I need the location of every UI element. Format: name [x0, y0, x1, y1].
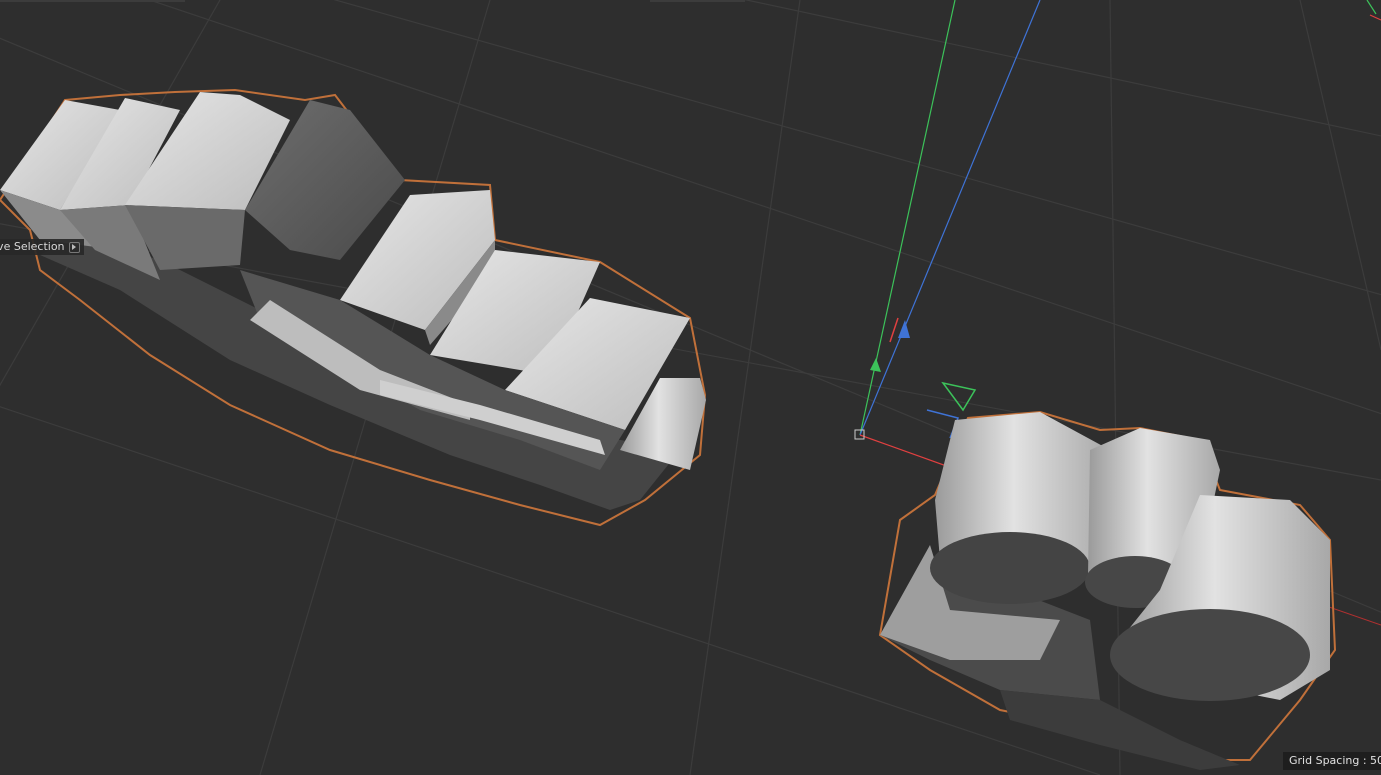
right-extruded-object[interactable]	[878, 410, 1337, 770]
hud-live-selection-label[interactable]: ive Selection	[0, 239, 84, 255]
hud-play-icon[interactable]	[68, 241, 80, 253]
grid-spacing-readout: Grid Spacing : 50 c	[1283, 752, 1381, 770]
top-toolbar-edge	[650, 0, 745, 2]
top-right-gizmo-fragment	[1366, 0, 1381, 21]
xy-plane-handle-icon	[941, 381, 977, 412]
z-axis-handle-icon	[898, 320, 910, 338]
hud-label-text: ive Selection	[0, 240, 65, 253]
y-axis-handle-icon	[870, 358, 881, 372]
viewport-canvas[interactable]	[0, 0, 1381, 775]
top-toolbar-edge	[0, 0, 185, 2]
3d-viewport[interactable]: ive Selection Grid Spacing : 50 c	[0, 0, 1381, 775]
